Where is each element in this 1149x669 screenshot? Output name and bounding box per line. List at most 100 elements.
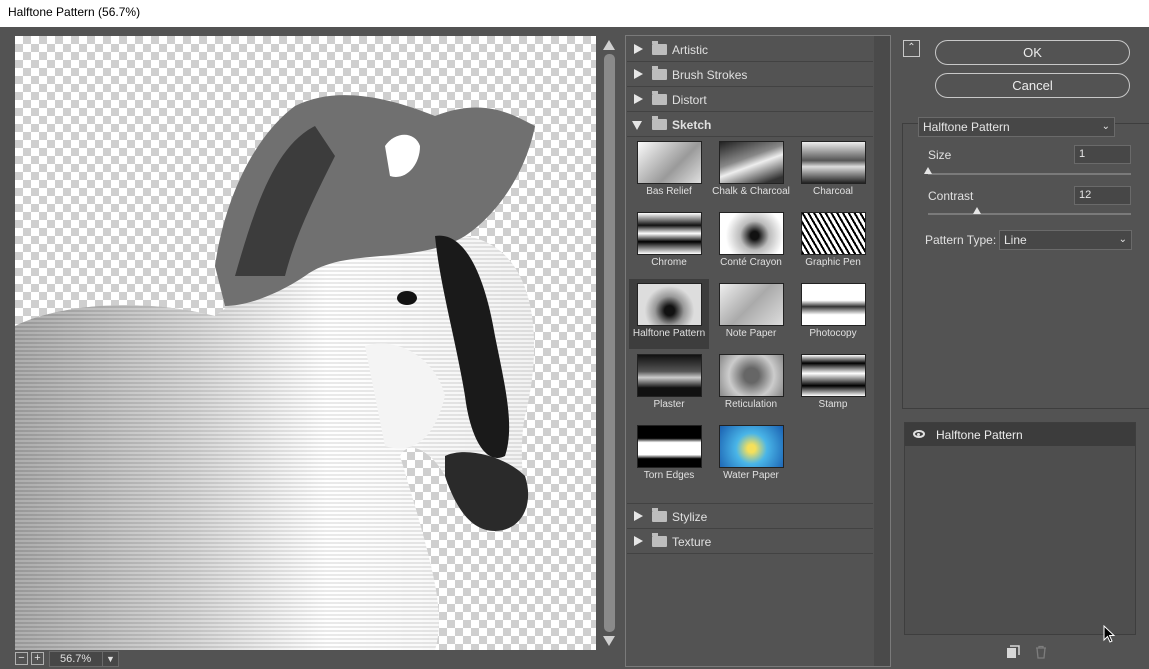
filter-halftone-pattern[interactable]: Halftone Pattern (629, 279, 709, 349)
filter-label: Water Paper (723, 470, 779, 481)
size-input[interactable]: 1 (1074, 145, 1131, 164)
filter-thumbnail (801, 212, 866, 255)
filter-thumbnail (637, 141, 702, 184)
filter-photocopy[interactable]: Photocopy (793, 279, 873, 349)
filter-stamp[interactable]: Stamp (793, 350, 873, 420)
filter-chalk-charcoal[interactable]: Chalk & Charcoal (711, 137, 791, 207)
controls-panel: ⌃ OK Cancel Halftone Pattern ⌄ Size 1 Co… (893, 27, 1149, 669)
filter-label: Halftone Pattern (632, 328, 706, 339)
filter-bas-relief[interactable]: Bas Relief (629, 137, 709, 207)
category-label: Distort (672, 93, 707, 107)
category-label: Artistic (672, 43, 708, 57)
filter-thumbnail (801, 283, 866, 326)
sketch-filter-thumbnails: Bas Relief Chalk & Charcoal Charcoal Chr… (627, 137, 873, 504)
category-label: Brush Strokes (672, 68, 748, 82)
zoom-out-button[interactable]: − (15, 652, 28, 665)
filter-label: Photocopy (809, 328, 857, 339)
window-title: Halftone Pattern (56.7%) (0, 0, 1149, 27)
category-stylize[interactable]: Stylize (627, 504, 873, 529)
chevron-down-icon: ⌄ (1101, 121, 1110, 132)
filter-label: Reticulation (724, 399, 778, 410)
filter-label: Graphic Pen (805, 257, 861, 268)
folder-icon (652, 91, 667, 105)
filter-thumbnail (801, 141, 866, 184)
contrast-input[interactable]: 12 (1074, 186, 1131, 205)
preview-scrollbar[interactable] (600, 36, 618, 650)
chevron-down-icon: ▼ (102, 652, 118, 666)
filter-label: Note Paper (725, 328, 777, 339)
size-slider[interactable] (924, 167, 1131, 175)
category-label: Stylize (672, 510, 708, 524)
expand-arrow-icon (634, 44, 643, 54)
filter-thumbnail (801, 354, 866, 397)
category-artistic[interactable]: Artistic (627, 37, 873, 62)
filter-select-value: Halftone Pattern (923, 120, 1010, 134)
eye-icon[interactable] (913, 430, 925, 438)
filter-conte-crayon[interactable]: Conté Crayon (711, 208, 791, 278)
filter-thumbnail (719, 212, 784, 255)
contrast-label: Contrast (928, 189, 974, 203)
category-texture[interactable]: Texture (627, 529, 873, 554)
category-sketch[interactable]: Sketch (627, 112, 873, 137)
filter-thumbnail (637, 212, 702, 255)
filter-thumbnail (719, 141, 784, 184)
expand-arrow-icon (634, 69, 643, 79)
filter-thumbnail (637, 425, 702, 468)
filter-label: Chalk & Charcoal (712, 186, 790, 197)
zoom-value: 56.7% (60, 653, 92, 665)
gallery-scrollbar[interactable] (874, 36, 890, 666)
filter-label: Conté Crayon (720, 257, 782, 268)
preview-canvas[interactable] (15, 36, 596, 650)
folder-icon (652, 66, 667, 80)
new-effect-layer-icon[interactable] (1006, 645, 1020, 659)
filter-gallery: Artistic Brush Strokes Distort Sketch Ba… (625, 35, 891, 667)
category-label: Sketch (672, 118, 712, 132)
pattern-type-value: Line (1004, 233, 1027, 247)
pattern-type-select[interactable]: Line ⌄ (999, 230, 1132, 250)
zoom-bar: − + 56.7% ▼ (0, 650, 622, 669)
effect-layers-list: Halftone Pattern (904, 422, 1136, 635)
cancel-button[interactable]: Cancel (935, 73, 1130, 98)
filter-thumbnail (719, 283, 784, 326)
zoom-in-button[interactable]: + (31, 652, 44, 665)
scroll-down-icon[interactable] (603, 636, 615, 646)
category-brush-strokes[interactable]: Brush Strokes (627, 62, 873, 87)
filter-label: Stamp (818, 399, 848, 410)
filter-select[interactable]: Halftone Pattern ⌄ (918, 117, 1115, 137)
filter-thumbnail (637, 283, 702, 326)
contrast-slider[interactable] (928, 207, 1131, 215)
filter-note-paper[interactable]: Note Paper (711, 279, 791, 349)
contrast-slider-handle[interactable] (972, 207, 981, 214)
filter-chrome[interactable]: Chrome (629, 208, 709, 278)
scroll-up-icon[interactable] (603, 40, 615, 50)
filter-plaster[interactable]: Plaster (629, 350, 709, 420)
filter-thumbnail (719, 425, 784, 468)
expand-arrow-icon (634, 536, 643, 546)
filter-label: Chrome (651, 257, 687, 268)
filter-settings: Halftone Pattern ⌄ Size 1 Contrast 12 Pa… (902, 117, 1149, 409)
pattern-type-label: Pattern Type: (925, 233, 997, 247)
effect-layer-label: Halftone Pattern (936, 428, 1023, 442)
scroll-thumb[interactable] (604, 54, 615, 632)
filter-reticulation[interactable]: Reticulation (711, 350, 791, 420)
folder-icon (652, 508, 667, 522)
mouse-cursor-icon (1103, 625, 1116, 643)
collapse-gallery-button[interactable]: ⌃ (903, 40, 920, 57)
zoom-select[interactable]: 56.7% ▼ (49, 651, 119, 667)
ok-button[interactable]: OK (935, 40, 1130, 65)
filter-torn-edges[interactable]: Torn Edges (629, 421, 709, 491)
size-slider-handle[interactable] (924, 167, 932, 174)
filter-charcoal[interactable]: Charcoal (793, 137, 873, 207)
filter-label: Plaster (653, 399, 685, 410)
expand-arrow-icon (634, 94, 643, 104)
category-label: Texture (672, 535, 712, 549)
filter-label: Torn Edges (643, 470, 695, 481)
category-distort[interactable]: Distort (627, 87, 873, 112)
folder-icon (652, 533, 667, 547)
effect-layer-row[interactable]: Halftone Pattern (905, 423, 1135, 446)
filter-graphic-pen[interactable]: Graphic Pen (793, 208, 873, 278)
trash-icon[interactable] (1034, 645, 1048, 659)
filter-water-paper[interactable]: Water Paper (711, 421, 791, 491)
folder-icon (652, 116, 667, 130)
expand-arrow-icon (634, 511, 643, 521)
